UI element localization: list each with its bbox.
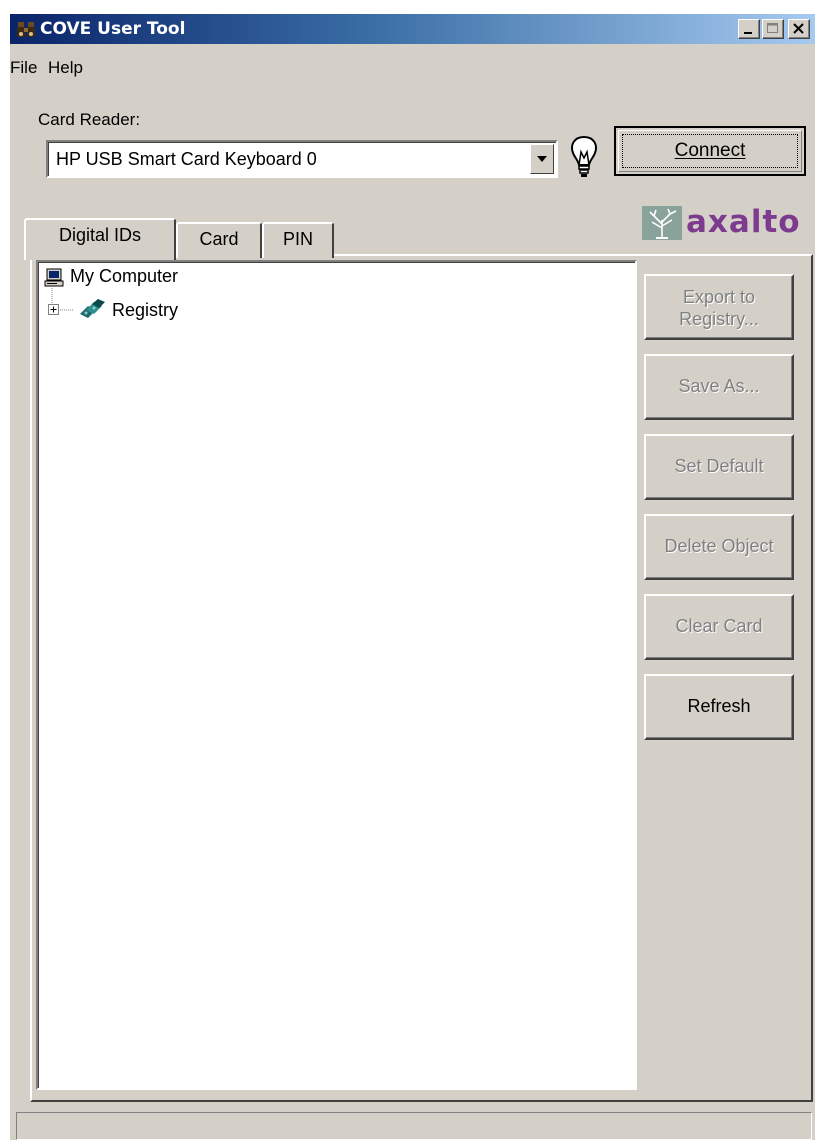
- card-reader-value: HP USB Smart Card Keyboard 0: [56, 149, 317, 169]
- close-button[interactable]: [788, 19, 810, 39]
- export-to-registry-button[interactable]: Export to Registry...: [644, 274, 794, 340]
- binoculars-icon: [17, 22, 35, 37]
- dropdown-button[interactable]: [530, 144, 554, 174]
- connect-button[interactable]: Connect: [614, 126, 806, 176]
- menu-file[interactable]: File: [10, 58, 37, 78]
- card-reader-label: Card Reader:: [38, 110, 141, 129]
- minimize-button[interactable]: [738, 19, 760, 39]
- connect-label: Connect: [674, 140, 746, 161]
- tab-digital-ids[interactable]: Digital IDs: [24, 218, 176, 260]
- tab-pin[interactable]: PIN: [262, 222, 334, 258]
- menu-help[interactable]: Help: [48, 58, 83, 78]
- tab-digital-ids-label: Digital IDs: [58, 225, 142, 245]
- tree-logo-icon: [642, 206, 682, 240]
- status-field: [16, 1112, 812, 1140]
- save-as-button[interactable]: Save As...: [644, 354, 794, 420]
- maximize-icon: [767, 23, 778, 33]
- title-bar[interactable]: COVE User Tool: [10, 14, 815, 44]
- set-default-label: Set Default: [674, 456, 764, 476]
- tab-pin-label: PIN: [282, 229, 313, 249]
- minimize-icon: [744, 32, 752, 34]
- registry-icon: [80, 299, 105, 318]
- axalto-logo: axalto: [642, 204, 815, 246]
- set-default-button[interactable]: Set Default: [644, 434, 794, 500]
- logo-text: axalto: [686, 204, 801, 240]
- export-line2: Registry...: [679, 309, 759, 329]
- close-icon: [793, 23, 804, 34]
- save-as-label: Save As...: [678, 376, 760, 396]
- lightbulb-icon: [571, 135, 597, 177]
- window-title: COVE User Tool: [40, 19, 186, 39]
- status-bar: [10, 1110, 815, 1140]
- card-reader-select[interactable]: HP USB Smart Card Keyboard 0: [46, 140, 558, 178]
- maximize-button[interactable]: [762, 19, 784, 39]
- clear-card-label: Clear Card: [675, 616, 763, 636]
- delete-object-label: Delete Object: [664, 536, 774, 556]
- export-line1: Export to: [682, 287, 756, 307]
- computer-icon: [44, 268, 64, 287]
- chevron-down-icon: [537, 156, 547, 162]
- clear-card-button[interactable]: Clear Card: [644, 594, 794, 660]
- tab-card[interactable]: Card: [176, 222, 262, 258]
- delete-object-button[interactable]: Delete Object: [644, 514, 794, 580]
- refresh-label: Refresh: [687, 696, 751, 716]
- tab-card-label: Card: [199, 229, 239, 249]
- refresh-button[interactable]: Refresh: [644, 674, 794, 740]
- tree-item-my-computer-label: My Computer: [70, 266, 179, 286]
- main-window: COVE User Tool File Help Card Reader: HP…: [10, 14, 815, 1140]
- tree-item-registry-label: Registry: [112, 300, 179, 320]
- plus-icon: [50, 306, 57, 313]
- tree-expand-toggle[interactable]: [48, 304, 59, 315]
- digital-ids-tree[interactable]: My Computer Registry: [36, 260, 637, 1090]
